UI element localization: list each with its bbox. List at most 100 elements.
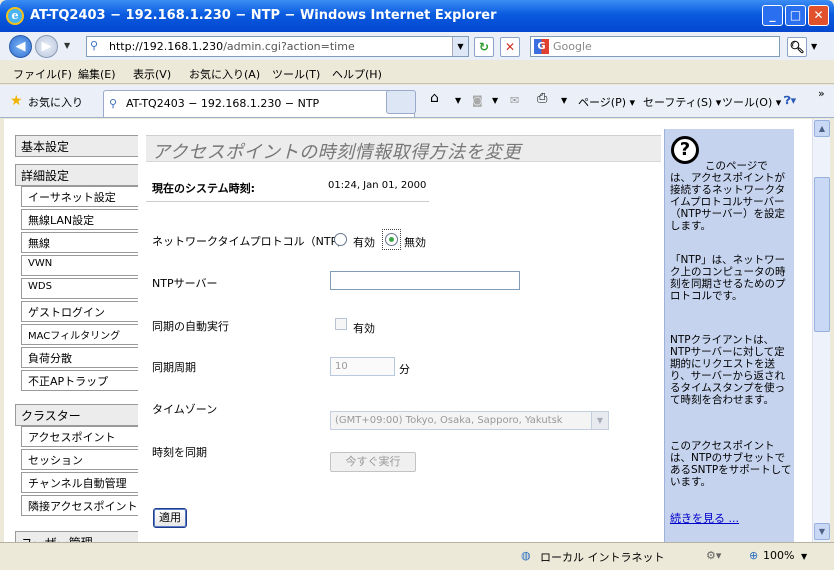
feeds-icon[interactable]: ◙ — [472, 94, 483, 107]
ntp-disable-radio[interactable] — [385, 233, 398, 246]
sidebar-item-mac-filter[interactable]: MACフィルタリング — [21, 324, 143, 345]
sidebar-cluster[interactable]: クラスター — [15, 404, 143, 426]
google-icon: G — [534, 39, 549, 54]
vertical-scrollbar[interactable]: ▲ ▼ — [812, 119, 830, 542]
stop-button[interactable]: ✕ — [500, 37, 520, 57]
help-text-4: このアクセスポイントは、NTPのサブセットであるSNTPをサポートしています。 — [670, 440, 792, 488]
sidebar-item-channel-mgmt[interactable]: チャンネル自動管理 — [21, 472, 143, 493]
auto-sync-label: 同期の自動実行 — [152, 320, 229, 333]
search-options-icon[interactable]: ▼ — [811, 42, 817, 51]
scroll-down-button[interactable]: ▼ — [814, 523, 830, 540]
ntp-disable-label: 無効 — [404, 236, 426, 249]
auto-sync-option-label: 有効 — [353, 322, 375, 335]
menu-help[interactable]: ヘルプ(H) — [332, 66, 382, 82]
chevron-more-icon[interactable]: » — [818, 87, 825, 100]
search-placeholder: Google — [553, 40, 592, 53]
address-bar[interactable]: ⚲ http://192.168.1.230/admin.cgi?action=… — [86, 36, 469, 57]
sidebar-item-access-point[interactable]: アクセスポイント — [21, 426, 143, 447]
intranet-zone-icon: ◍ — [521, 549, 531, 562]
mail-icon[interactable]: ✉ — [510, 94, 519, 107]
timezone-select[interactable]: (GMT+09:00) Tokyo, Osaka, Sapporo, Yakut… — [330, 411, 609, 430]
status-bar: ◍ ローカル イントラネット ⚙▾ ⊕ 100% ▼ — [0, 542, 834, 570]
page-menu[interactable]: ページ(P) ▾ — [578, 94, 635, 110]
tab-title: AT-TQ2403 − 192.168.1.230 − NTP — [126, 97, 320, 110]
sidebar-item-rogue-ap[interactable]: 不正APトラップ — [21, 370, 143, 391]
scroll-thumb[interactable] — [814, 177, 830, 332]
address-dropdown-icon[interactable]: ▼ — [452, 37, 468, 56]
help-panel: ? このページで は、アクセスポイントが接続するネットワークタイムプロトコルサー… — [664, 129, 794, 542]
favorites-star-icon[interactable]: ★ — [10, 93, 23, 109]
home-dropdown-icon[interactable]: ▼ — [455, 96, 461, 105]
zoom-dropdown-icon[interactable]: ▼ — [801, 552, 807, 561]
auto-sync-checkbox[interactable] — [335, 318, 347, 330]
tools-menu[interactable]: ツール(O) ▾ — [722, 94, 781, 110]
more-link[interactable]: 続きを見る ... — [670, 510, 739, 526]
sync-period-input[interactable]: 10 — [330, 357, 395, 376]
sidebar-user-management[interactable]: ユーザー管理 — [15, 531, 143, 542]
zoom-icon: ⊕ — [749, 549, 759, 562]
favorites-button[interactable]: お気に入り — [28, 94, 83, 110]
back-button[interactable]: ◀ — [9, 35, 32, 58]
system-time-value: 01:24, Jan 01, 2000 — [328, 180, 427, 191]
refresh-button[interactable]: ↻ — [474, 37, 494, 57]
timezone-label: タイムゾーン — [152, 403, 218, 416]
divider — [146, 201, 429, 202]
scroll-up-button[interactable]: ▲ — [814, 120, 830, 137]
menu-edit[interactable]: 編集(E) — [78, 66, 116, 82]
ntp-label: ネットワークタイムプロトコル（NTP） — [152, 235, 349, 248]
ie-logo-icon: e — [6, 7, 24, 25]
print-dropdown-icon[interactable]: ▼ — [561, 96, 567, 105]
chevron-down-icon: ▼ — [591, 412, 608, 429]
navigation-bar: ◀ ▶ ▼ ⚲ http://192.168.1.230/admin.cgi?a… — [0, 32, 834, 60]
sidebar-item-session[interactable]: セッション — [21, 449, 143, 470]
sidebar-item-vwn[interactable]: VWN — [21, 255, 143, 276]
sync-now-button[interactable]: 今すぐ実行 — [330, 452, 416, 472]
sidebar-item-wireless-lan[interactable]: 無線LAN設定 — [21, 209, 143, 230]
history-dropdown-icon[interactable]: ▼ — [64, 41, 70, 50]
ntp-enable-label: 有効 — [353, 236, 375, 249]
sidebar-item-neighbor-ap[interactable]: 隣接アクセスポイント — [21, 495, 143, 516]
help-icon[interactable]: ❓︎▾ — [784, 94, 796, 108]
sync-now-label: 時刻を同期 — [152, 446, 207, 459]
menu-favorites[interactable]: お気に入り(A) — [189, 66, 260, 82]
sidebar-item-guest-login[interactable]: ゲストログイン — [21, 301, 143, 322]
safety-menu[interactable]: セーフティ(S) ▾ — [643, 94, 721, 110]
new-tab-button[interactable] — [386, 90, 416, 114]
feeds-dropdown-icon[interactable]: ▼ — [492, 96, 498, 105]
search-button[interactable]: 🔍︎ — [787, 37, 807, 57]
timezone-value: (GMT+09:00) Tokyo, Osaka, Sapporo, Yakut… — [335, 415, 563, 426]
sidebar-item-wds[interactable]: WDS — [21, 278, 143, 299]
ntp-server-label: NTPサーバー — [152, 277, 218, 290]
sidebar-item-load-balance[interactable]: 負荷分散 — [21, 347, 143, 368]
protected-mode-icon[interactable]: ⚙▾ — [706, 549, 721, 562]
sidebar-item-ethernet[interactable]: イーサネット設定 — [21, 186, 143, 207]
forward-button[interactable]: ▶ — [35, 35, 58, 58]
title-bar: e AT-TQ2403 − 192.168.1.230 − NTP − Wind… — [0, 0, 834, 32]
sidebar-advanced-settings[interactable]: 詳細設定 — [15, 164, 143, 186]
menu-tools[interactable]: ツール(T) — [272, 66, 320, 82]
minimize-button[interactable]: _ — [762, 5, 783, 26]
ntp-server-input[interactable] — [330, 271, 520, 290]
help-text-first: このページで — [705, 160, 768, 172]
tab-ntp[interactable]: ⚲ AT-TQ2403 − 192.168.1.230 − NTP — [103, 90, 415, 117]
home-icon[interactable]: ⌂ — [430, 90, 439, 106]
sync-period-label: 同期周期 — [152, 361, 196, 374]
menu-view[interactable]: 表示(V) — [133, 66, 171, 82]
system-time-label: 現在のシステム時刻: — [152, 182, 256, 195]
sidebar-basic-settings[interactable]: 基本設定 — [15, 135, 143, 157]
menu-file[interactable]: ファイル(F) — [13, 66, 72, 82]
zoom-level[interactable]: 100% — [763, 549, 794, 562]
zone-label: ローカル イントラネット — [540, 551, 665, 564]
search-box[interactable]: G Google — [530, 36, 780, 57]
sidebar-item-wireless[interactable]: 無線 — [21, 232, 143, 253]
ntp-enable-radio[interactable] — [334, 233, 347, 246]
maximize-button[interactable]: □ — [785, 5, 806, 26]
page-title: アクセスポイントの時刻情報取得方法を変更 — [146, 135, 661, 163]
close-button[interactable]: ✕ — [808, 5, 829, 26]
page-icon: ⚲ — [90, 39, 99, 52]
help-text-2: 「NTP」は、ネットワーク上のコンピュータの時刻を同期させるためのプロトコルです… — [670, 254, 786, 302]
print-icon[interactable]: ⎙ — [537, 91, 547, 106]
apply-button[interactable]: 適用 — [153, 508, 187, 528]
sidebar: 基本設定 詳細設定 イーサネット設定 無線LAN設定 無線 VWN WDS ゲス… — [10, 129, 143, 542]
tab-page-icon: ⚲ — [109, 97, 118, 110]
